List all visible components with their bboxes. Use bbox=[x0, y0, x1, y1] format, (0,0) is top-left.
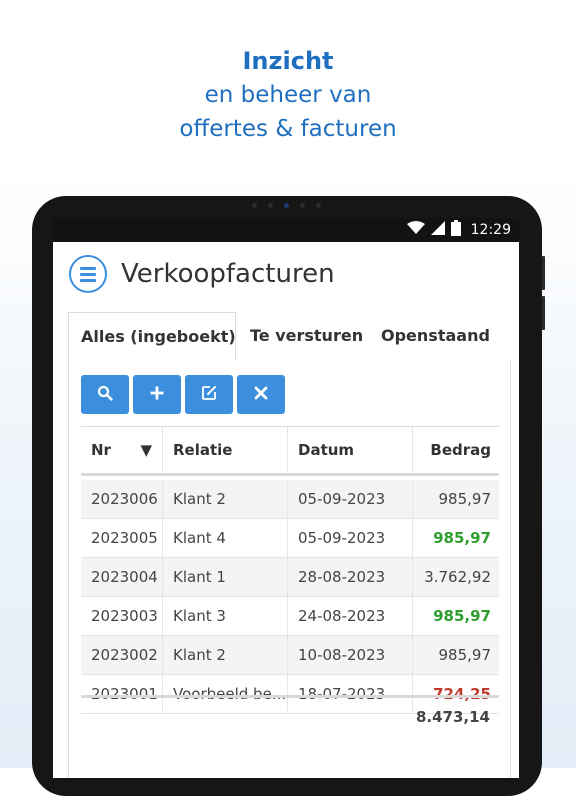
tab-te-versturen[interactable]: Te versturen bbox=[238, 312, 375, 360]
cell-relatie: Klant 1 bbox=[163, 558, 288, 596]
cell-nr: 2023003 bbox=[81, 597, 163, 635]
cell-relatie: Klant 3 bbox=[163, 597, 288, 635]
cell-bedrag: 3.762,92 bbox=[424, 568, 491, 586]
tab-alles[interactable]: Alles (ingeboekt) bbox=[68, 312, 236, 362]
camera-dot bbox=[300, 203, 305, 208]
cell-bedrag: 985,97 bbox=[433, 607, 491, 625]
delete-button[interactable] bbox=[237, 375, 285, 414]
signal-icon bbox=[430, 221, 445, 239]
table-row[interactable]: 2023004 Klant 1 28-08-2023 3.762,92 bbox=[81, 558, 499, 597]
cell-datum: 05-09-2023 bbox=[288, 519, 413, 557]
table-row[interactable]: 2023003 Klant 3 24-08-2023 985,97 bbox=[81, 597, 499, 636]
cell-nr: 2023004 bbox=[81, 558, 163, 596]
tab-openstaand[interactable]: Openstaand bbox=[369, 312, 502, 360]
camera-dot bbox=[252, 203, 257, 208]
menu-button[interactable] bbox=[69, 255, 107, 293]
cell-relatie: Klant 2 bbox=[163, 480, 288, 518]
volume-button bbox=[542, 256, 545, 290]
toolbar bbox=[81, 375, 285, 414]
cell-datum: 24-08-2023 bbox=[288, 597, 413, 635]
table-row[interactable]: 2023006 Klant 2 05-09-2023 985,97 bbox=[81, 480, 499, 519]
cell-nr: 2023006 bbox=[81, 480, 163, 518]
cell-bedrag: 985,97 bbox=[433, 529, 491, 547]
status-bar: 12:29 bbox=[53, 218, 519, 242]
column-header-relatie[interactable]: Relatie bbox=[163, 427, 288, 473]
cell-datum: 05-09-2023 bbox=[288, 480, 413, 518]
cell-relatie: Klant 4 bbox=[163, 519, 288, 557]
edit-icon bbox=[201, 385, 217, 405]
table-total: 8.473,14 bbox=[415, 708, 490, 726]
cell-nr: 2023002 bbox=[81, 636, 163, 674]
camera-dot bbox=[268, 203, 273, 208]
cell-bedrag: 985,97 bbox=[438, 490, 492, 508]
table-header: Nr ▼ Relatie Datum Bedrag bbox=[81, 427, 499, 476]
cell-nr: 2023005 bbox=[81, 519, 163, 557]
column-header-datum[interactable]: Datum bbox=[288, 427, 413, 473]
volume-button bbox=[542, 296, 545, 330]
cell-relatie: Klant 2 bbox=[163, 636, 288, 674]
app-bar: Verkoopfacturen bbox=[53, 242, 519, 306]
table-row[interactable]: 2023005 Klant 4 05-09-2023 985,97 bbox=[81, 519, 499, 558]
sort-desc-icon: ▼ bbox=[140, 441, 152, 459]
wifi-icon bbox=[406, 221, 425, 239]
search-icon bbox=[97, 385, 113, 405]
promo-headline: Inzicht bbox=[242, 47, 334, 75]
promo-line-2: offertes & facturen bbox=[179, 116, 397, 142]
close-icon bbox=[254, 385, 268, 404]
total-divider bbox=[81, 695, 499, 698]
column-header-bedrag[interactable]: Bedrag bbox=[413, 427, 499, 473]
invoice-table: Nr ▼ Relatie Datum Bedrag 2023006 Klant 2… bbox=[81, 426, 499, 714]
add-button[interactable] bbox=[133, 375, 181, 414]
table-row[interactable]: 2023002 Klant 2 10-08-2023 985,97 bbox=[81, 636, 499, 675]
edit-button[interactable] bbox=[185, 375, 233, 414]
menu-icon bbox=[80, 266, 96, 270]
camera-dot bbox=[316, 203, 321, 208]
plus-icon bbox=[149, 385, 165, 405]
status-time: 12:29 bbox=[470, 222, 511, 238]
battery-icon bbox=[450, 220, 461, 240]
cell-bedrag: 985,97 bbox=[438, 646, 492, 664]
column-header-nr[interactable]: Nr ▼ bbox=[81, 427, 163, 473]
page-title: Verkoopfacturen bbox=[121, 259, 335, 289]
cell-datum: 10-08-2023 bbox=[288, 636, 413, 674]
tab-bar: Alles (ingeboekt) Te versturen Openstaan… bbox=[68, 312, 511, 362]
promo-header: Inzicht en beheer van offertes & facture… bbox=[0, 44, 576, 146]
search-button[interactable] bbox=[81, 375, 129, 414]
cell-datum: 28-08-2023 bbox=[288, 558, 413, 596]
tablet-screen: 12:29 Verkoopfacturen Alles (ingeboekt) … bbox=[53, 218, 519, 778]
camera-lens bbox=[284, 203, 289, 208]
promo-line-1: en beheer van bbox=[204, 82, 372, 108]
invoice-panel: Nr ▼ Relatie Datum Bedrag 2023006 Klant 2… bbox=[68, 361, 511, 778]
tablet-frame: 12:29 Verkoopfacturen Alles (ingeboekt) … bbox=[32, 196, 545, 796]
